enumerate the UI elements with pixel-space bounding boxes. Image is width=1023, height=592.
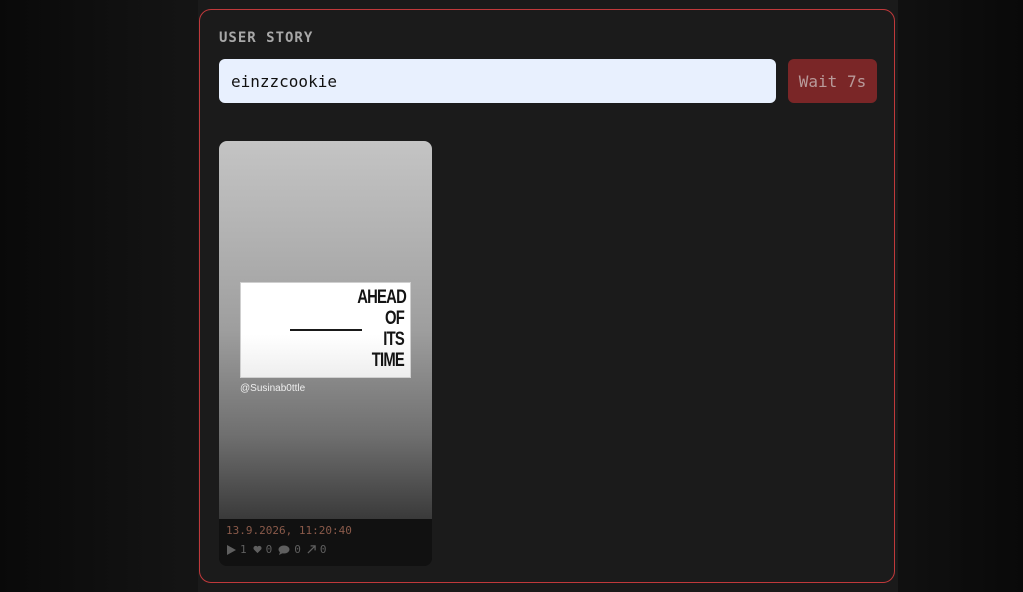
story-media[interactable]: AHEAD OF ITS TIME @Susinab0ttle bbox=[219, 141, 432, 519]
comment-icon bbox=[278, 545, 290, 555]
thumbnail-text-line: AHEAD bbox=[357, 287, 407, 308]
thumbnail-text-line: TIME bbox=[371, 350, 405, 371]
stat-plays-count: 1 bbox=[240, 543, 247, 556]
play-icon bbox=[226, 544, 236, 555]
thumbnail-line bbox=[290, 329, 362, 331]
story-thumbnail: AHEAD OF ITS TIME bbox=[240, 282, 411, 378]
story-stats: 1 0 0 0 bbox=[226, 543, 327, 556]
stat-shares-count: 0 bbox=[319, 543, 327, 556]
stat-comments: 0 bbox=[278, 543, 301, 556]
thumbnail-text: AHEAD OF ITS TIME bbox=[357, 287, 407, 371]
panel-title: USER STORY bbox=[219, 30, 314, 46]
username-input[interactable] bbox=[219, 59, 776, 103]
story-footer: 13.9.2026, 11:20:40 1 0 0 0 bbox=[219, 519, 432, 566]
wait-button[interactable]: Wait 7s bbox=[788, 59, 877, 103]
user-story-panel: USER STORY Wait 7s AHEAD OF ITS TIME @Su… bbox=[199, 9, 895, 583]
stat-shares: 0 bbox=[307, 543, 327, 556]
stat-likes-count: 0 bbox=[265, 543, 273, 556]
share-icon bbox=[307, 545, 316, 554]
thumbnail-text-line: ITS bbox=[383, 329, 404, 350]
stat-likes: 0 bbox=[253, 543, 273, 556]
story-handle: @Susinab0ttle bbox=[240, 383, 306, 394]
stat-comments-count: 0 bbox=[294, 543, 301, 556]
stat-plays: 1 bbox=[226, 543, 247, 556]
thumbnail-text-line: OF bbox=[384, 308, 405, 329]
heart-icon bbox=[253, 545, 262, 554]
story-date: 13.9.2026, 11:20:40 bbox=[226, 524, 352, 537]
story-card[interactable]: AHEAD OF ITS TIME @Susinab0ttle 13.9.202… bbox=[219, 141, 432, 566]
